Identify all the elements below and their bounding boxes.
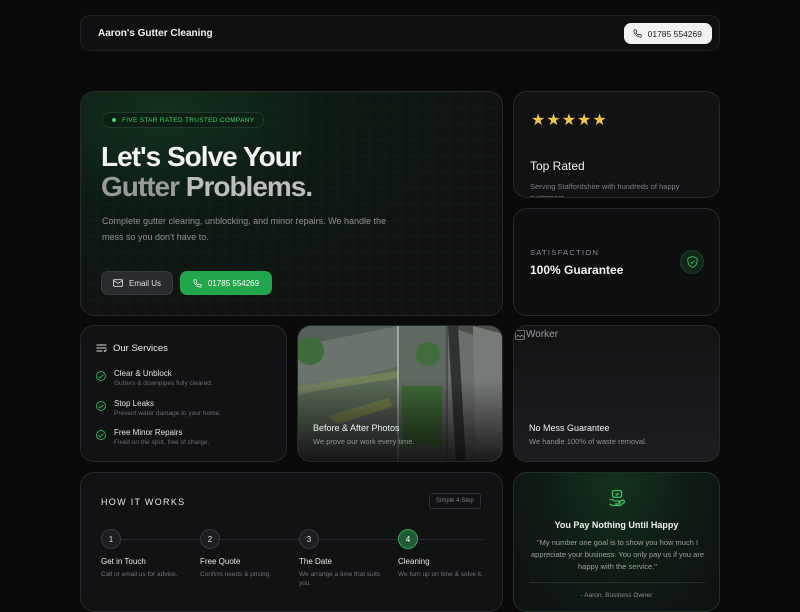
hero-title-line2: Gutter Problems. <box>101 171 313 202</box>
how-it-works-title: HOW IT WORKS <box>101 497 186 507</box>
hand-heart-icon <box>609 489 626 507</box>
step-desc: Confirm needs & pricing. <box>200 571 272 578</box>
step-number: 3 <box>299 529 319 549</box>
list-icon <box>96 344 107 353</box>
step-item: 3 The Date We arrange a time that suits … <box>299 529 389 588</box>
step-desc: We turn up on time & solve it. <box>398 571 483 578</box>
pay-until-happy-title: You Pay Nothing Until Happy <box>554 520 679 530</box>
step-desc: Call or email us for advice. <box>101 571 178 578</box>
hero-card: FIVE STAR RATED TRUSTED COMPANY Let's So… <box>80 91 503 316</box>
check-circle-icon <box>96 371 106 381</box>
hero-title-line1: Let's Solve Your <box>101 141 302 172</box>
email-us-label: Email Us <box>128 278 161 288</box>
mail-icon <box>112 279 123 287</box>
phone-icon <box>193 278 202 288</box>
worker-image-alt: Worker <box>526 329 559 340</box>
hero-title-word-problems: Problems. <box>185 171 313 202</box>
trust-badge: FIVE STAR RATED TRUSTED COMPANY <box>102 112 265 128</box>
check-circle-icon <box>96 430 106 440</box>
services-title: Our Services <box>113 343 168 354</box>
how-it-works-card: HOW IT WORKS Simple 4-Step 1 Get in Touc… <box>80 472 503 612</box>
top-rated-text: Serving Staffordshire with hundreds of h… <box>530 182 680 198</box>
step-desc: We arrange a time that suits you. <box>299 571 381 587</box>
guarantee-card: SATISFACTION 100% Guarantee <box>513 208 720 316</box>
no-mess-desc: We handle 100% of waste removal. <box>529 437 647 446</box>
owner-quote: "My number one goal is to show you how m… <box>530 538 705 571</box>
before-after-desc: We prove our work every time. <box>313 437 415 446</box>
brand-name[interactable]: Aaron's Gutter Cleaning <box>98 28 213 39</box>
step-item: 1 Get in Touch Call or email us for advi… <box>101 529 191 579</box>
step-item: 2 Free Quote Confirm needs & pricing. <box>200 529 290 579</box>
no-mess-card: Worker No Mess Guarantee We handle 100% … <box>513 325 720 462</box>
broken-image-icon <box>515 329 525 340</box>
guarantee-title: 100% Guarantee <box>530 263 624 277</box>
quote-author: - Aaron, Business Owner <box>580 592 653 599</box>
step-title: Free Quote <box>200 557 241 566</box>
guarantee-label: SATISFACTION <box>530 248 600 257</box>
top-nav: Aaron's Gutter Cleaning 01785 554269 <box>80 15 720 51</box>
before-after-title: Before & After Photos <box>313 423 400 433</box>
step-number: 2 <box>200 529 220 549</box>
top-rated-card: ★★★★★ Top Rated Serving Staffordshire wi… <box>513 91 720 198</box>
step-title: The Date <box>299 557 332 566</box>
pay-until-happy-card: You Pay Nothing Until Happy "My number o… <box>513 472 720 612</box>
hero-title-word-gutter: Gutter <box>101 171 180 202</box>
nav-phone-label: 01785 554269 <box>647 28 702 39</box>
service-desc: Gutters & downpipes fully cleared. <box>114 380 213 387</box>
quote-divider <box>530 582 705 583</box>
badge-dot-icon <box>112 118 116 122</box>
phone-icon <box>633 29 642 38</box>
services-header: Our Services <box>96 343 168 354</box>
top-rated-title: Top Rated <box>530 159 585 173</box>
step-title: Cleaning <box>398 557 430 566</box>
service-desc: Fixed on the spot, free of charge. <box>114 439 210 446</box>
check-circle-icon <box>96 401 106 411</box>
email-us-button[interactable]: Email Us <box>101 271 173 295</box>
step-item: 4 Cleaning We turn up on time & solve it… <box>398 529 488 579</box>
service-title: Clear & Unblock <box>114 369 172 378</box>
no-mess-title: No Mess Guarantee <box>529 423 610 433</box>
five-star-rating: ★★★★★ <box>531 112 608 129</box>
step-title: Get in Touch <box>101 557 146 566</box>
hero-subtitle: Complete gutter clearing, unblocking, an… <box>102 216 386 242</box>
service-title: Stop Leaks <box>114 399 155 408</box>
services-card: Our Services Clear & Unblock Gutters & d… <box>80 325 287 462</box>
step-number-active: 4 <box>398 529 418 549</box>
service-desc: Prevent water damage to your home. <box>114 410 221 417</box>
shield-check-icon <box>680 250 704 274</box>
before-after-card[interactable]: Before & After Photos We prove our work … <box>297 325 503 462</box>
call-button-label: 01785 554269 <box>207 278 260 288</box>
nav-phone-button[interactable]: 01785 554269 <box>623 23 712 44</box>
worker-image: Worker <box>515 329 558 340</box>
service-title: Free Minor Repairs <box>114 428 183 437</box>
steps-pill: Simple 4-Step <box>429 493 481 509</box>
call-button[interactable]: 01785 554269 <box>180 271 272 295</box>
step-number: 1 <box>101 529 121 549</box>
trust-badge-label: FIVE STAR RATED TRUSTED COMPANY <box>122 116 255 124</box>
